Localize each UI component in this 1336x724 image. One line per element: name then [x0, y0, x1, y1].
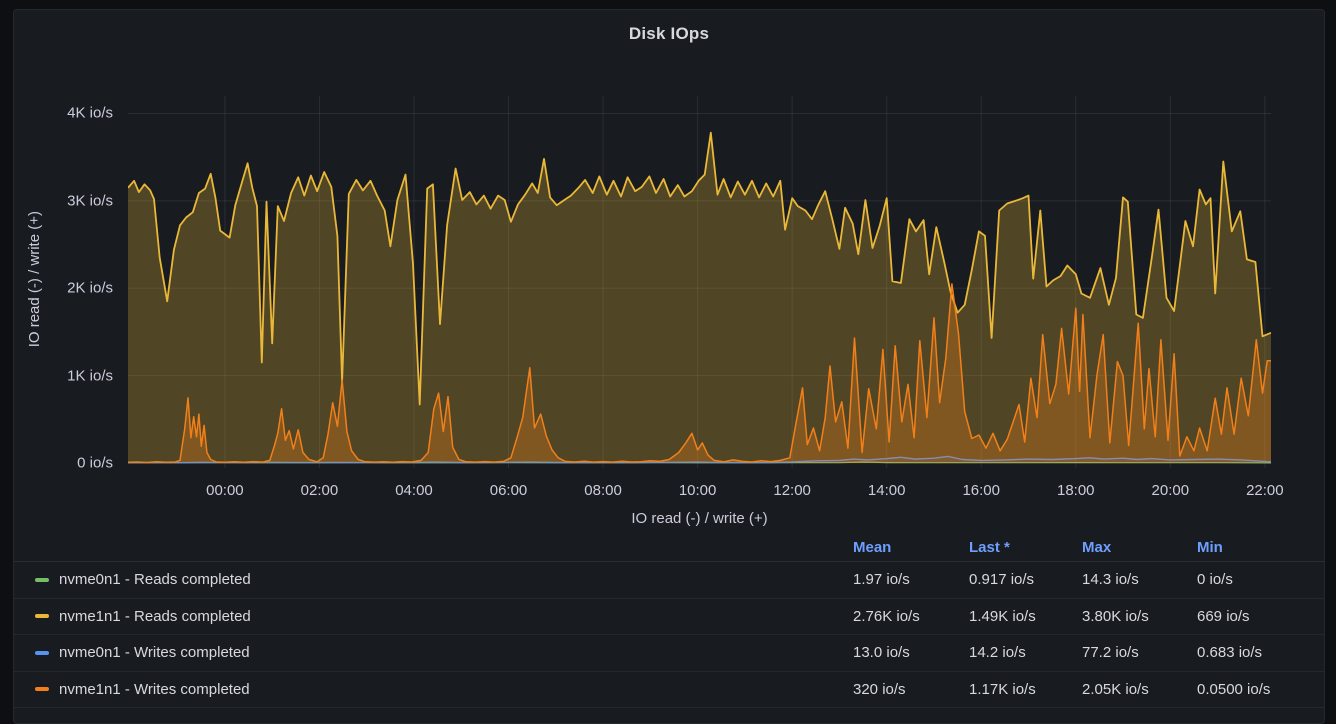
x-tick-label: 20:00: [1152, 482, 1190, 499]
series-label: nvme1n1 - Reads completed: [59, 608, 251, 625]
legend-column-last[interactable]: Last *: [969, 539, 1082, 556]
plot-svg[interactable]: [128, 96, 1271, 468]
x-tick-label: 10:00: [679, 482, 717, 499]
series-color-swatch: [35, 614, 49, 618]
min-value: 0 io/s: [1197, 571, 1314, 588]
legend-column-min[interactable]: Min: [1197, 539, 1314, 556]
mean-value: 1.97 io/s: [853, 571, 969, 588]
mean-value: 320 io/s: [853, 681, 969, 698]
x-tick-label: 06:00: [490, 482, 528, 499]
series-toggle-nvme0n1-writes[interactable]: nvme0n1 - Writes completed: [35, 644, 853, 661]
last-value: 14.2 io/s: [969, 644, 1082, 661]
legend-row: nvme1n1 - Reads completed 2.76K io/s 1.4…: [14, 599, 1324, 636]
x-axis-title: IO read (-) / write (+): [128, 510, 1271, 527]
min-value: 669 io/s: [1197, 608, 1314, 625]
max-value: 77.2 io/s: [1082, 644, 1197, 661]
x-tick-label: 22:00: [1246, 482, 1284, 499]
legend-header-row: Mean Last * Max Min: [14, 533, 1324, 562]
panel-title[interactable]: Disk IOps: [14, 24, 1324, 44]
max-value: 3.80K io/s: [1082, 608, 1197, 625]
y-tick-label: 1K io/s: [67, 367, 113, 384]
x-tick-label: 04:00: [395, 482, 433, 499]
mean-value: 2.76K io/s: [853, 608, 969, 625]
legend-column-max[interactable]: Max: [1082, 539, 1197, 556]
last-value: 1.17K io/s: [969, 681, 1082, 698]
series-toggle-nvme1n1-reads[interactable]: nvme1n1 - Reads completed: [35, 608, 853, 625]
series-label: nvme1n1 - Writes completed: [59, 681, 250, 698]
x-tick-label: 02:00: [301, 482, 339, 499]
min-value: 0.683 io/s: [1197, 644, 1314, 661]
y-tick-label: 4K io/s: [67, 105, 113, 122]
legend-column-mean[interactable]: Mean: [853, 539, 969, 556]
last-value: 1.49K io/s: [969, 608, 1082, 625]
x-tick-label: 18:00: [1057, 482, 1095, 499]
series-label: nvme0n1 - Writes completed: [59, 644, 250, 661]
max-value: 2.05K io/s: [1082, 681, 1197, 698]
series-color-swatch: [35, 578, 49, 582]
x-tick-label: 12:00: [773, 482, 811, 499]
x-tick-label: 00:00: [206, 482, 244, 499]
legend-row: nvme0n1 - Reads completed 1.97 io/s 0.91…: [14, 562, 1324, 599]
grafana-panel: Disk IOps IO read (-) / write (+) 0 io/s…: [13, 9, 1325, 724]
x-axis-tick-labels: 00:00 02:00 04:00 06:00 08:00 10:00 12:00 14:00…: [128, 482, 1271, 502]
series-color-swatch: [35, 687, 49, 691]
y-axis-tick-labels: 0 io/s1K io/s2K io/s3K io/s4K io/s: [14, 96, 118, 463]
max-value: 14.3 io/s: [1082, 571, 1197, 588]
series-toggle-nvme1n1-writes[interactable]: nvme1n1 - Writes completed: [35, 681, 853, 698]
plot-area[interactable]: [128, 96, 1271, 468]
legend-row: nvme0n1 - Writes completed 13.0 io/s 14.…: [14, 635, 1324, 672]
y-tick-label: 2K io/s: [67, 280, 113, 297]
legend-table: Mean Last * Max Min nvme0n1 - Reads comp…: [14, 533, 1324, 708]
y-tick-label: 0 io/s: [77, 455, 113, 472]
series-label: nvme0n1 - Reads completed: [59, 571, 251, 588]
x-tick-label: 08:00: [584, 482, 622, 499]
last-value: 0.917 io/s: [969, 571, 1082, 588]
x-tick-label: 14:00: [868, 482, 906, 499]
min-value: 0.0500 io/s: [1197, 681, 1314, 698]
series-toggle-nvme0n1-reads[interactable]: nvme0n1 - Reads completed: [35, 571, 853, 588]
mean-value: 13.0 io/s: [853, 644, 969, 661]
y-tick-label: 3K io/s: [67, 192, 113, 209]
legend-row: nvme1n1 - Writes completed 320 io/s 1.17…: [14, 672, 1324, 709]
x-tick-label: 16:00: [962, 482, 1000, 499]
series-color-swatch: [35, 651, 49, 655]
